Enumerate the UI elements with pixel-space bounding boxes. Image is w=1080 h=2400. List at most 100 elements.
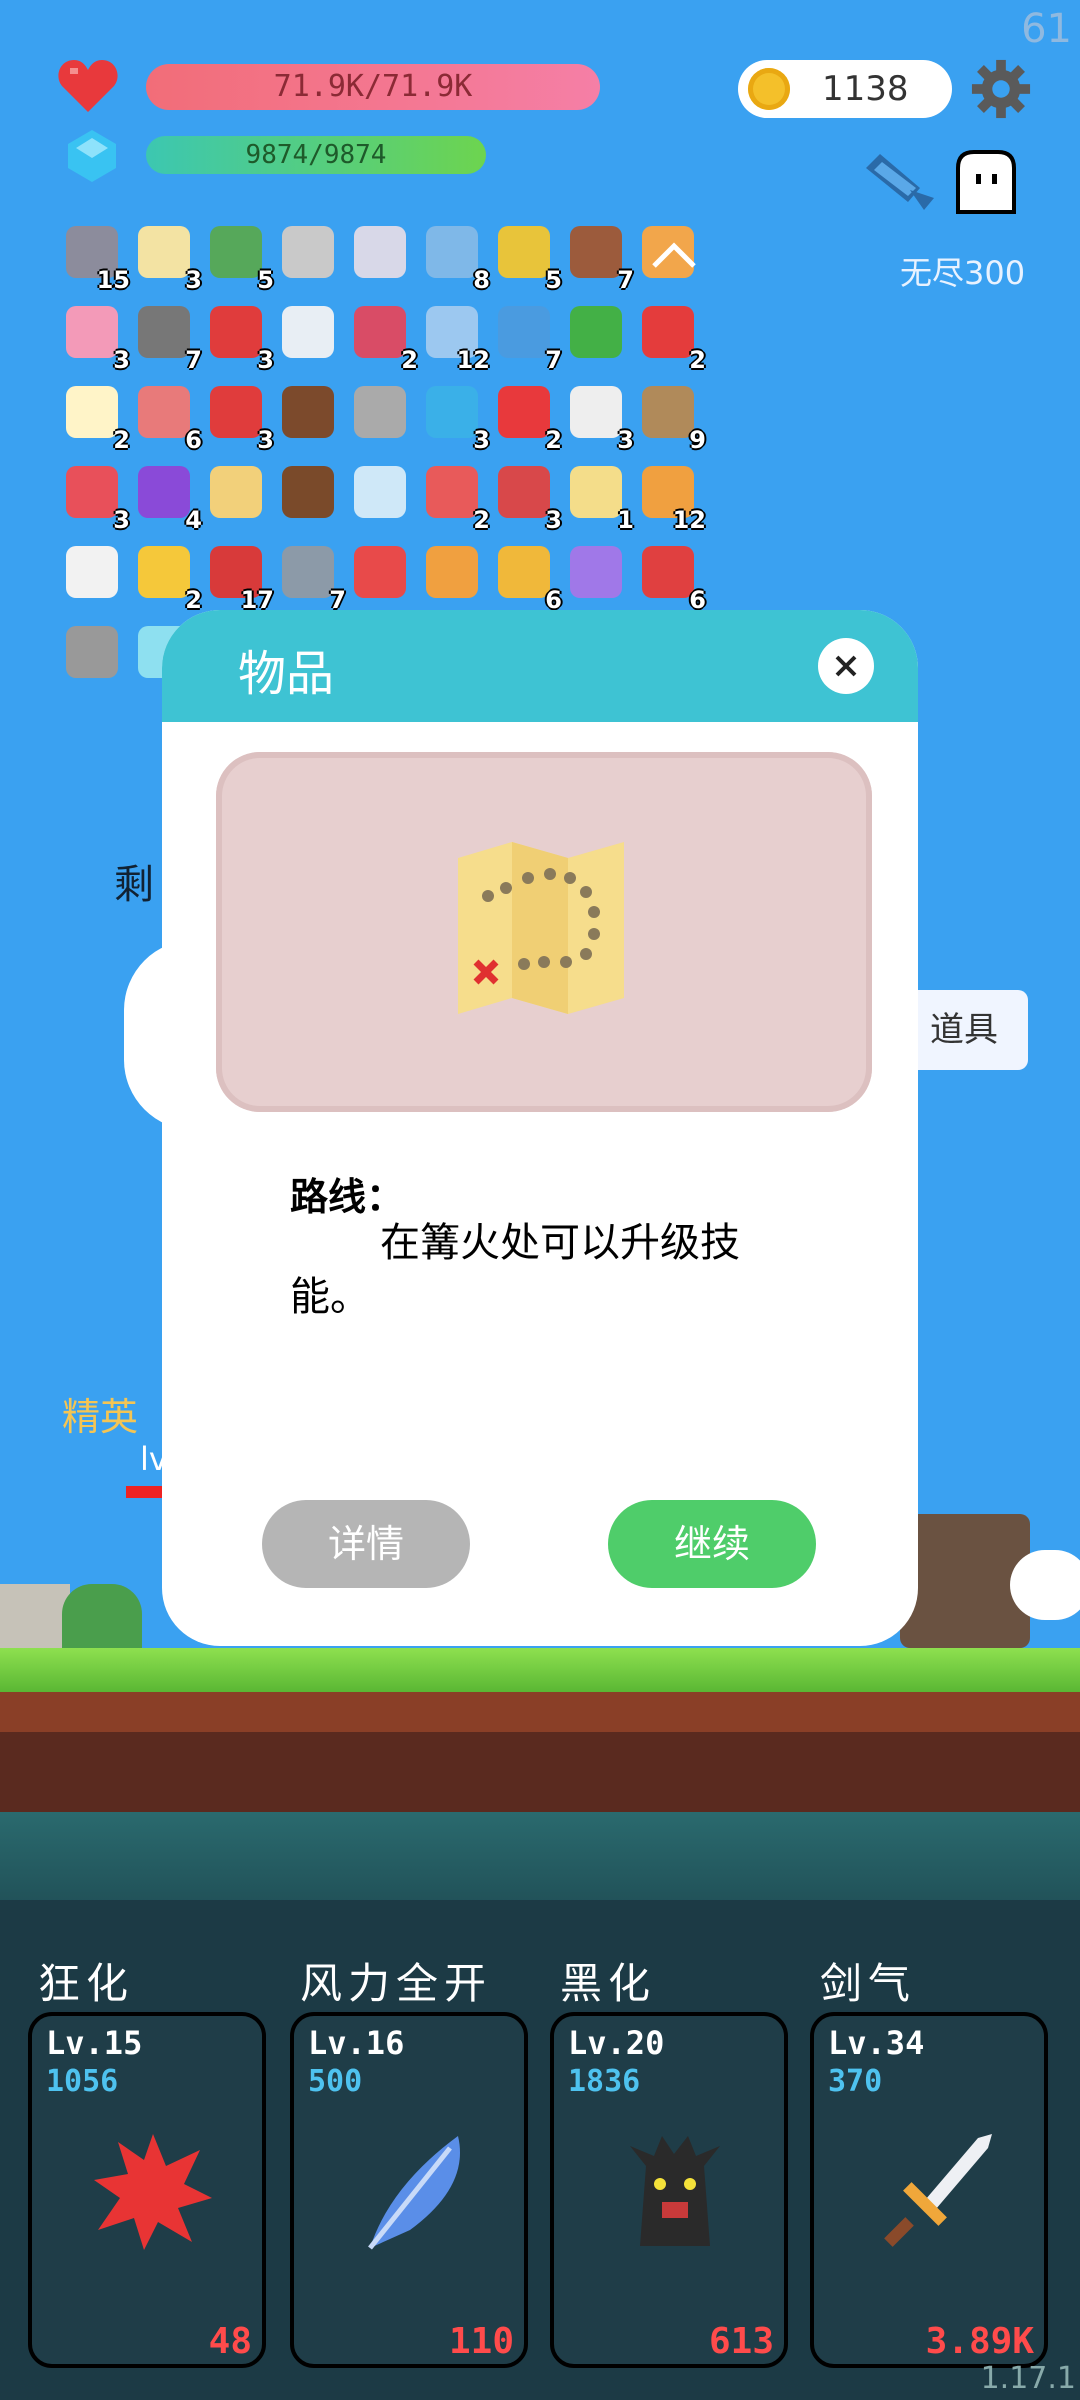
purple-gem-icon <box>570 546 622 598</box>
skill-card[interactable]: Lv.15 1056 48 <box>28 2012 266 2368</box>
inventory-item[interactable]: 17 <box>204 542 274 614</box>
inventory-item[interactable] <box>420 542 484 606</box>
remaining-label: 剩 <box>114 862 154 908</box>
item-count: 4 <box>185 506 202 534</box>
inventory-item[interactable] <box>348 382 412 446</box>
inventory-item[interactable]: 7 <box>564 222 634 294</box>
mushroom-red-icon <box>642 546 694 598</box>
item-count: 3 <box>185 266 202 294</box>
item-count: 5 <box>545 266 562 294</box>
meat-icon <box>138 386 190 438</box>
inventory-item[interactable] <box>60 622 124 686</box>
close-button[interactable] <box>818 638 874 694</box>
skill-level: Lv.15 <box>46 2024 143 2062</box>
inventory-item[interactable]: 6 <box>492 542 562 614</box>
item-count: 2 <box>689 346 706 374</box>
inventory-item[interactable]: 3 <box>60 462 130 534</box>
inventory-item[interactable]: 15 <box>60 222 130 294</box>
shield-icon <box>498 466 550 518</box>
item-count: 3 <box>113 506 130 534</box>
item-count: 8 <box>473 266 490 294</box>
inventory-item[interactable]: 7 <box>492 302 562 374</box>
inventory-item[interactable]: 2 <box>636 302 706 374</box>
skill-level: Lv.34 <box>828 2024 925 2062</box>
inventory-item[interactable] <box>60 542 124 606</box>
inventory-item[interactable] <box>564 302 628 366</box>
skill-upgrade-cost: 613 <box>708 2321 774 2362</box>
inventory-item[interactable] <box>276 302 340 366</box>
skill-value: 1836 <box>568 2064 641 2099</box>
item-count: 12 <box>456 346 490 374</box>
continue-button[interactable]: 继续 <box>608 1500 816 1588</box>
inventory-item[interactable]: 3 <box>564 382 634 454</box>
inventory-item[interactable]: 3 <box>132 222 202 294</box>
dark-tree-monster-icon <box>630 2136 720 2246</box>
crystal-ball-icon <box>138 466 190 518</box>
inventory-item[interactable] <box>564 542 628 606</box>
inventory-item[interactable]: 1 <box>564 462 634 534</box>
inventory-item[interactable]: 6 <box>132 382 202 454</box>
inventory-item[interactable]: 3 <box>492 462 562 534</box>
inventory-item[interactable]: 6 <box>636 542 706 614</box>
inventory-item[interactable]: 4 <box>132 462 202 534</box>
sword-icon <box>354 226 406 278</box>
inventory-item[interactable]: 7 <box>132 302 202 374</box>
inventory-item[interactable]: 3 <box>420 382 490 454</box>
inventory-item[interactable]: 9 <box>636 382 706 454</box>
mana-bar: 9874/9874 <box>146 136 486 174</box>
percent-card-icon <box>642 306 694 358</box>
heart-item-icon <box>498 386 550 438</box>
map-item-icon <box>570 466 622 518</box>
inventory-item[interactable]: 3 <box>60 302 130 374</box>
house <box>0 1584 70 1650</box>
inventory-item[interactable]: 2 <box>348 302 418 374</box>
inventory-item[interactable] <box>276 382 340 446</box>
skill-card[interactable]: Lv.20 1836 613 <box>550 2012 788 2368</box>
chat-bubble-icon <box>426 386 478 438</box>
inventory-item[interactable]: 12 <box>420 302 490 374</box>
inventory-item[interactable] <box>348 462 412 526</box>
skill-upgrade-cost: 48 <box>208 2321 252 2362</box>
ghost-icon[interactable] <box>950 148 1022 220</box>
inventory-item[interactable]: 7 <box>276 542 346 614</box>
item-count: 7 <box>617 266 634 294</box>
inventory-item[interactable]: 2 <box>132 542 202 614</box>
details-button[interactable]: 详情 <box>262 1500 470 1588</box>
inventory-item[interactable] <box>204 462 268 526</box>
skill-upgrade-cost: 110 <box>448 2321 514 2362</box>
inventory-item[interactable] <box>348 542 412 606</box>
inventory-item[interactable]: 5 <box>204 222 274 294</box>
inventory-item[interactable]: 3 <box>204 302 274 374</box>
fish-icon[interactable] <box>860 148 940 212</box>
cards-icon <box>570 386 622 438</box>
chevron-up-icon[interactable] <box>650 240 698 270</box>
sock-icon <box>210 386 262 438</box>
silver-orb-icon <box>66 626 118 678</box>
skill-name: 狂化 <box>38 1959 135 2008</box>
grass-strip <box>0 1648 1080 1692</box>
coconut-icon <box>282 466 334 518</box>
inventory-item[interactable]: 3 <box>204 382 274 454</box>
inventory-item[interactable] <box>276 462 340 526</box>
inventory-item[interactable] <box>348 222 412 286</box>
gear-icon[interactable] <box>970 58 1032 120</box>
inventory-item[interactable]: 2 <box>60 382 130 454</box>
hearts-icon <box>354 546 406 598</box>
skill-value: 500 <box>308 2064 363 2099</box>
item-count: 3 <box>617 426 634 454</box>
skill-card[interactable]: Lv.16 500 110 <box>290 2012 528 2368</box>
dirt-layer <box>0 1692 1080 1732</box>
inventory-item[interactable]: 2 <box>492 382 562 454</box>
item-count: 3 <box>113 346 130 374</box>
hp-bar: 71.9K/71.9K <box>146 64 600 110</box>
item-count: 7 <box>545 346 562 374</box>
skill-card[interactable]: Lv.34 370 3.89K <box>810 2012 1048 2368</box>
inventory-item[interactable] <box>276 222 340 286</box>
inventory-item[interactable]: 2 <box>420 462 490 534</box>
hook-icon <box>282 226 334 278</box>
inventory-item[interactable]: 8 <box>420 222 490 294</box>
inventory-item[interactable]: 12 <box>636 462 706 534</box>
coin-value: 1138 <box>822 69 909 109</box>
inventory-item[interactable]: 5 <box>492 222 562 294</box>
items-button[interactable]: 道具 <box>900 990 1028 1070</box>
